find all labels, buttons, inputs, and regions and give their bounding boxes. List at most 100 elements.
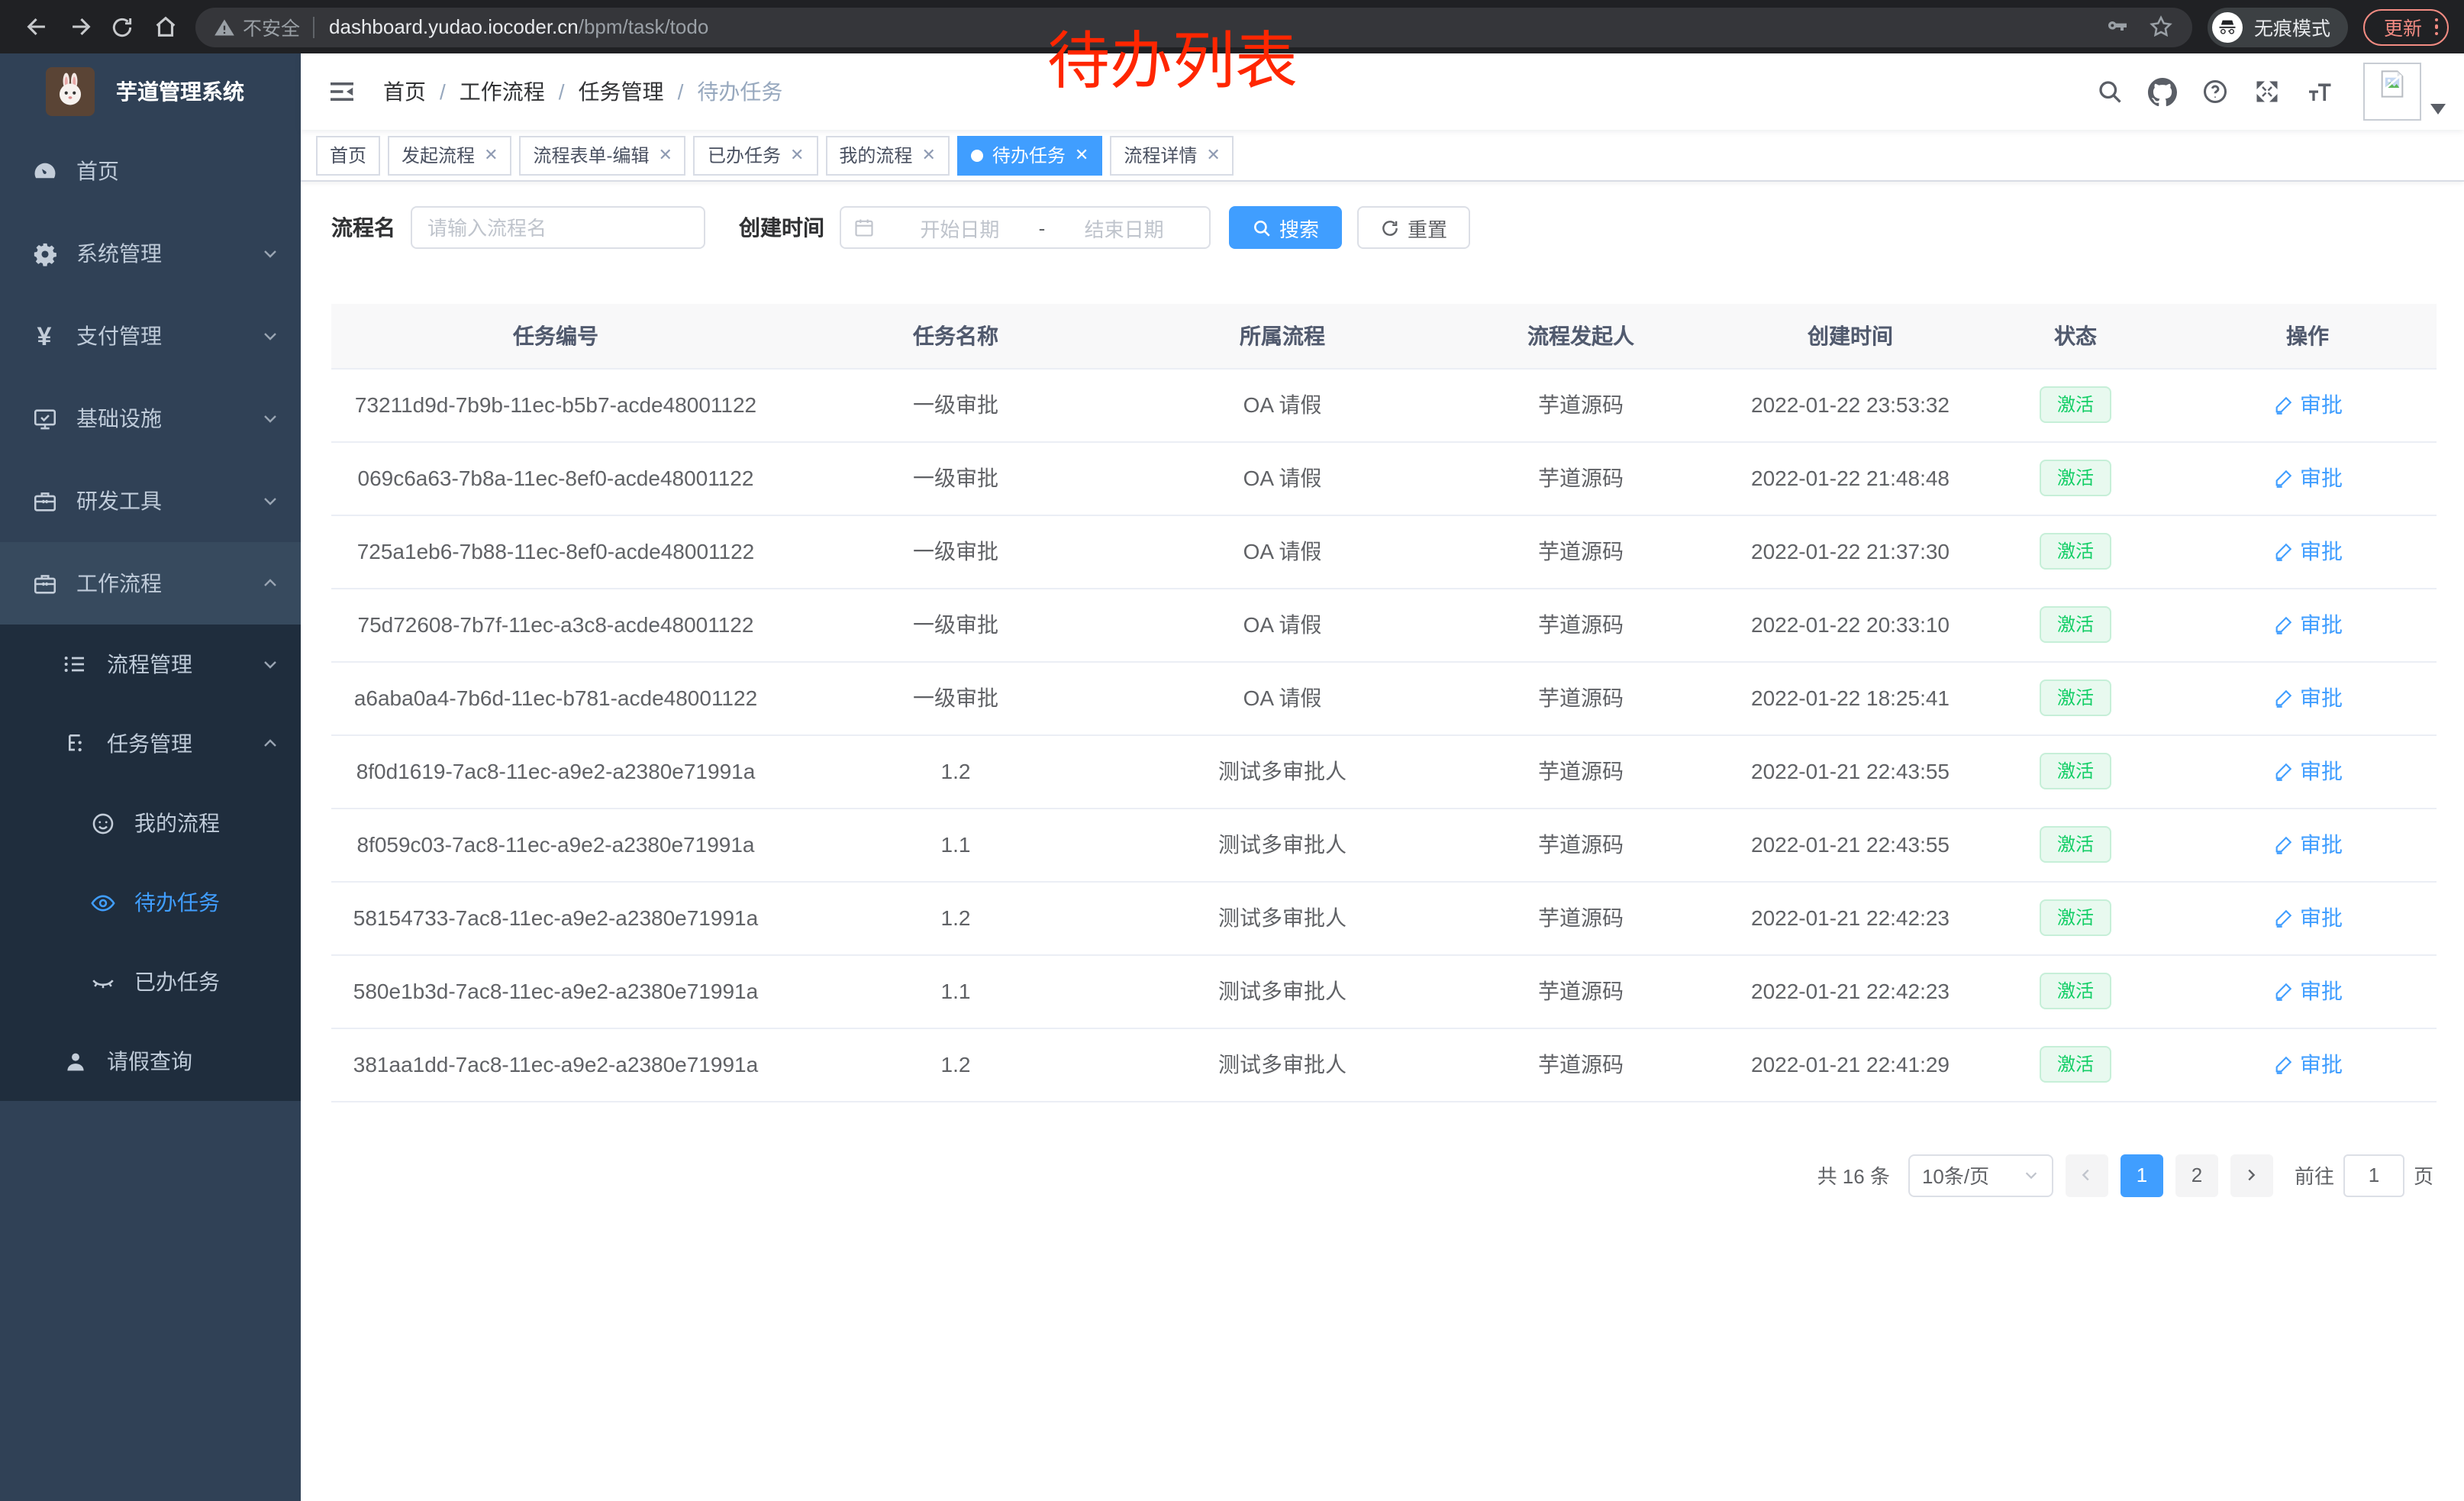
sidebar-item-system[interactable]: 系统管理	[0, 212, 301, 295]
approve-button[interactable]: 审批	[2272, 609, 2343, 640]
approve-label: 审批	[2300, 609, 2343, 640]
fullscreen-icon[interactable]	[2253, 78, 2281, 105]
approve-label: 审批	[2300, 536, 2343, 567]
sidebar-item-label: 我的流程	[134, 808, 279, 838]
active-dot	[971, 149, 983, 161]
task-submenu: 我的流程 待办任务 已办任务	[0, 783, 301, 1022]
col-starter: 流程发起人	[1434, 304, 1728, 368]
sidebar-item-process-mgmt[interactable]: 流程管理	[0, 625, 301, 704]
approve-button[interactable]: 审批	[2272, 829, 2343, 860]
sidebar-item-payment[interactable]: ¥ 支付管理	[0, 295, 301, 377]
url-bar[interactable]: 不安全 dashboard.yudao.iocoder.cn/bpm/task/…	[195, 7, 2193, 47]
col-task-id: 任务编号	[331, 304, 780, 368]
reset-button-label: 重置	[1408, 213, 1447, 242]
search-icon[interactable]	[2096, 78, 2124, 105]
sidebar-item-home[interactable]: 首页	[0, 130, 301, 212]
chevron-down-icon	[261, 655, 279, 673]
sidebar-item-my-process[interactable]: 我的流程	[0, 783, 301, 863]
breadcrumb-home[interactable]: 首页	[383, 76, 426, 107]
start-date-placeholder: 开始日期	[887, 213, 1033, 242]
bookmark-star-icon[interactable]	[2149, 14, 2175, 40]
close-icon[interactable]: ✕	[1075, 145, 1088, 165]
close-icon[interactable]: ✕	[484, 145, 498, 165]
chevron-down-icon	[261, 244, 279, 263]
sidebar-item-label: 流程管理	[107, 649, 261, 679]
face-icon	[89, 809, 116, 837]
avatar[interactable]	[2363, 63, 2421, 121]
search-icon	[1252, 218, 1272, 237]
tab-my-process[interactable]: 我的流程 ✕	[825, 135, 949, 175]
approve-button[interactable]: 审批	[2272, 683, 2343, 713]
password-key-icon[interactable]	[2106, 15, 2130, 39]
breadcrumb-task-mgmt[interactable]: 任务管理	[579, 76, 664, 107]
close-icon[interactable]: ✕	[921, 145, 935, 165]
approve-button[interactable]: 审批	[2272, 976, 2343, 1006]
close-icon[interactable]: ✕	[1206, 145, 1220, 165]
approve-button[interactable]: 审批	[2272, 463, 2343, 493]
help-icon[interactable]	[2201, 78, 2229, 105]
table-row: 8f059c03-7ac8-11ec-a9e2-a2380e71991a 1.1…	[331, 808, 2437, 881]
app-logo	[46, 67, 95, 116]
search-button-label: 搜索	[1279, 213, 1319, 242]
back-icon[interactable]	[15, 5, 58, 48]
cell-task-id: 75d72608-7b7f-11ec-a3c8-acde48001122	[331, 588, 780, 661]
approve-button[interactable]: 审批	[2272, 1049, 2343, 1080]
search-button[interactable]: 搜索	[1229, 206, 1342, 249]
home-icon[interactable]	[144, 5, 186, 48]
cell-starter: 芋道源码	[1434, 441, 1728, 515]
approve-label: 审批	[2300, 829, 2343, 860]
tags-view-bar: 首页 发起流程 ✕ 流程表单-编辑 ✕ 已办任务 ✕ 我的流程 ✕ 待办任务 ✕	[301, 130, 2464, 182]
date-range-picker[interactable]: 开始日期 - 结束日期	[840, 206, 1211, 249]
approve-button[interactable]: 审批	[2272, 389, 2343, 420]
not-secure-warning-icon	[214, 16, 235, 37]
toolbox-icon	[31, 570, 58, 597]
sidebar-item-leave-query[interactable]: 请假查询	[0, 1022, 301, 1101]
cell-task-name: 一级审批	[780, 515, 1131, 588]
font-size-icon[interactable]	[2305, 78, 2336, 105]
app-logo-row[interactable]: 芋道管理系统	[0, 53, 301, 130]
tab-process-form-edit[interactable]: 流程表单-编辑 ✕	[520, 135, 686, 175]
close-icon[interactable]: ✕	[659, 145, 672, 165]
page-size-select[interactable]: 10条/页	[1908, 1154, 2053, 1196]
table-row: 73211d9d-7b9b-11ec-b5b7-acde48001122 一级审…	[331, 368, 2437, 441]
sidebar-collapse-icon[interactable]	[313, 78, 371, 105]
tab-done-tasks[interactable]: 已办任务 ✕	[694, 135, 818, 175]
tab-start-process[interactable]: 发起流程 ✕	[388, 135, 511, 175]
tab-home[interactable]: 首页	[316, 135, 380, 175]
sidebar-item-workflow[interactable]: 工作流程	[0, 542, 301, 625]
approve-button[interactable]: 审批	[2272, 902, 2343, 933]
cell-process: 测试多审批人	[1131, 808, 1434, 881]
cell-task-name: 一级审批	[780, 661, 1131, 734]
prev-page-button[interactable]	[2066, 1154, 2108, 1196]
cell-task-name: 1.1	[780, 954, 1131, 1028]
sidebar-item-done-tasks[interactable]: 已办任务	[0, 942, 301, 1022]
approve-button[interactable]: 审批	[2272, 536, 2343, 567]
browser-update-button[interactable]: 更新	[2364, 8, 2449, 45]
sidebar-item-infrastructure[interactable]: 基础设施	[0, 377, 301, 460]
reset-button[interactable]: 重置	[1357, 206, 1470, 249]
sidebar-item-dev-tools[interactable]: 研发工具	[0, 460, 301, 542]
caret-down-icon[interactable]	[2430, 95, 2446, 122]
process-name-input[interactable]	[411, 206, 705, 249]
close-icon[interactable]: ✕	[790, 145, 804, 165]
sidebar-item-todo-tasks[interactable]: 待办任务	[0, 863, 301, 942]
sidebar-item-task-mgmt[interactable]: 任务管理	[0, 704, 301, 783]
page-button-1[interactable]: 1	[2121, 1154, 2163, 1196]
tab-process-detail[interactable]: 流程详情 ✕	[1110, 135, 1234, 175]
forward-icon[interactable]	[58, 5, 101, 48]
cell-task-name: 1.1	[780, 808, 1131, 881]
goto-page-input[interactable]	[2343, 1154, 2404, 1196]
table-row: 58154733-7ac8-11ec-a9e2-a2380e71991a 1.2…	[331, 881, 2437, 954]
page-button-2[interactable]: 2	[2175, 1154, 2218, 1196]
chevron-down-icon	[261, 327, 279, 345]
approve-button[interactable]: 审批	[2272, 756, 2343, 786]
next-page-button[interactable]	[2230, 1154, 2273, 1196]
reload-icon[interactable]	[101, 5, 144, 48]
browser-menu-icon[interactable]	[2434, 18, 2438, 36]
cell-task-id: 381aa1dd-7ac8-11ec-a9e2-a2380e71991a	[331, 1028, 780, 1101]
github-icon[interactable]	[2148, 77, 2177, 106]
cell-task-id: 8f0d1619-7ac8-11ec-a9e2-a2380e71991a	[331, 734, 780, 808]
tasks-table: 任务编号 任务名称 所属流程 流程发起人 创建时间 状态 操作 73211d9d…	[331, 304, 2437, 1102]
breadcrumb-workflow[interactable]: 工作流程	[460, 76, 545, 107]
tab-todo-tasks[interactable]: 待办任务 ✕	[957, 135, 1102, 175]
